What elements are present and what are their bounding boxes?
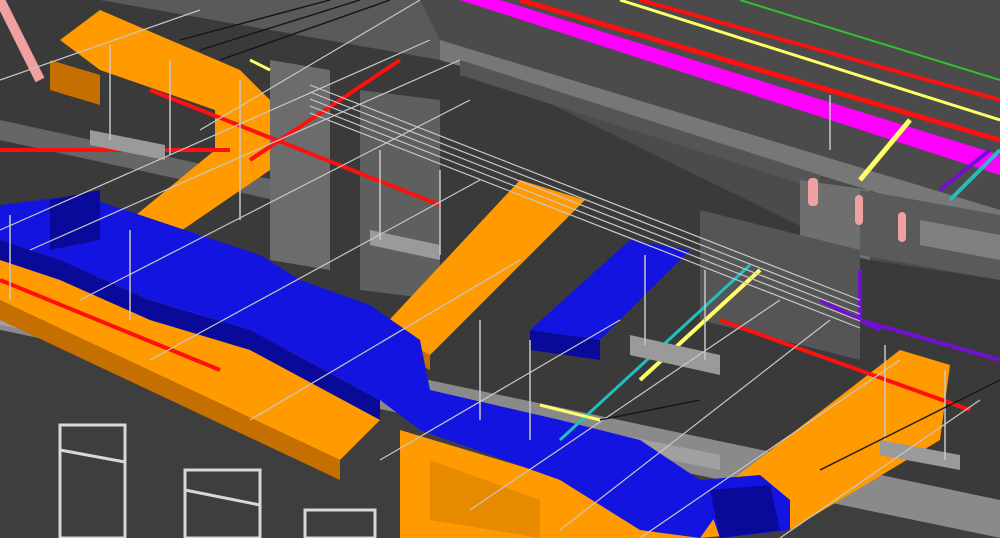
bim-mep-scene xyxy=(0,0,1000,538)
